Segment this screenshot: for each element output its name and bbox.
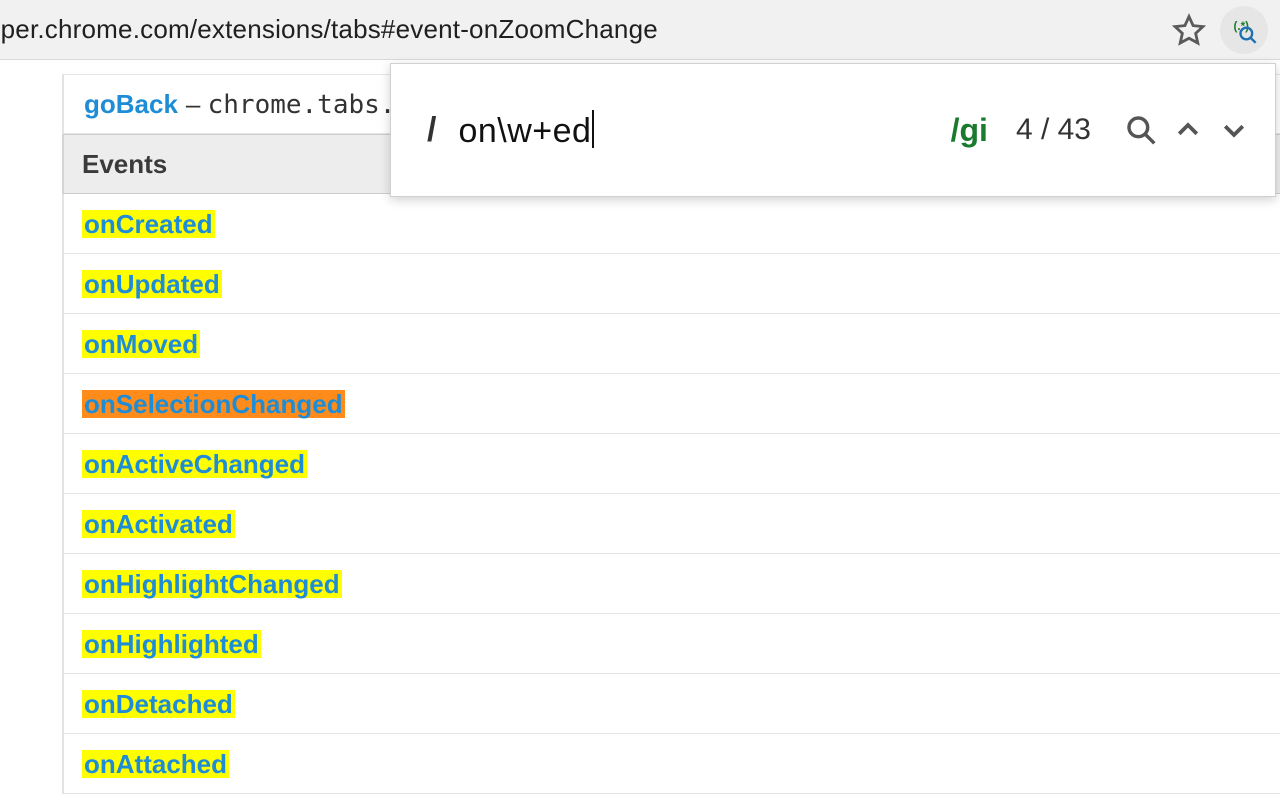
regex-search-extension-icon[interactable]: (.*) [1220,6,1268,54]
event-link-onhighlightchanged[interactable]: onHighlightChanged [82,570,342,598]
url-text[interactable]: loper.chrome.com/extensions/tabs#event-o… [0,14,658,45]
goback-code: chrome.tabs. [208,90,396,120]
regex-pattern-text: on\w+ed [458,112,591,150]
match-count: 4 / 43 [1016,113,1091,147]
regex-flags[interactable]: /gi [951,112,988,149]
event-row: onCreated [62,194,1280,254]
event-link-ondetached[interactable]: onDetached [82,690,235,718]
event-row: onActiveChanged [62,434,1280,494]
event-row: onAttached [62,734,1280,794]
events-header-label: Events [82,149,167,180]
event-link-onattached[interactable]: onAttached [82,750,229,778]
event-row: onDetached [62,674,1280,734]
event-row: onHighlightChanged [62,554,1280,614]
regex-search-popup: / on\w+ed /gi 4 / 43 [390,63,1276,197]
goback-link[interactable]: goBack [82,90,180,118]
event-link-oncreated[interactable]: onCreated [82,210,215,238]
event-row: onUpdated [62,254,1280,314]
regex-open-delimiter: / [427,111,436,150]
event-row: onHighlighted [62,614,1280,674]
goback-dash: – [186,89,208,119]
event-link-onactivated[interactable]: onActivated [82,510,235,538]
prev-match-icon[interactable] [1173,115,1203,145]
search-icon[interactable] [1125,114,1157,146]
event-link-onactivechanged[interactable]: onActiveChanged [82,450,307,478]
next-match-icon[interactable] [1219,115,1249,145]
bookmark-star-icon[interactable] [1172,13,1206,47]
event-link-onhighlighted[interactable]: onHighlighted [82,630,261,658]
search-popup-controls [1125,114,1249,146]
event-row: onMoved [62,314,1280,374]
event-row: onActivated [62,494,1280,554]
address-bar: loper.chrome.com/extensions/tabs#event-o… [0,0,1280,60]
event-link-onmoved[interactable]: onMoved [82,330,200,358]
regex-pattern-input[interactable]: on\w+ed [458,110,594,151]
goback-signature: – chrome.tabs. [186,89,396,120]
address-bar-actions: (.*) [1172,0,1268,60]
event-row: onSelectionChanged [62,374,1280,434]
event-link-onselectionchanged[interactable]: onSelectionChanged [82,390,345,418]
event-link-onupdated[interactable]: onUpdated [82,270,222,298]
text-caret [592,110,594,148]
